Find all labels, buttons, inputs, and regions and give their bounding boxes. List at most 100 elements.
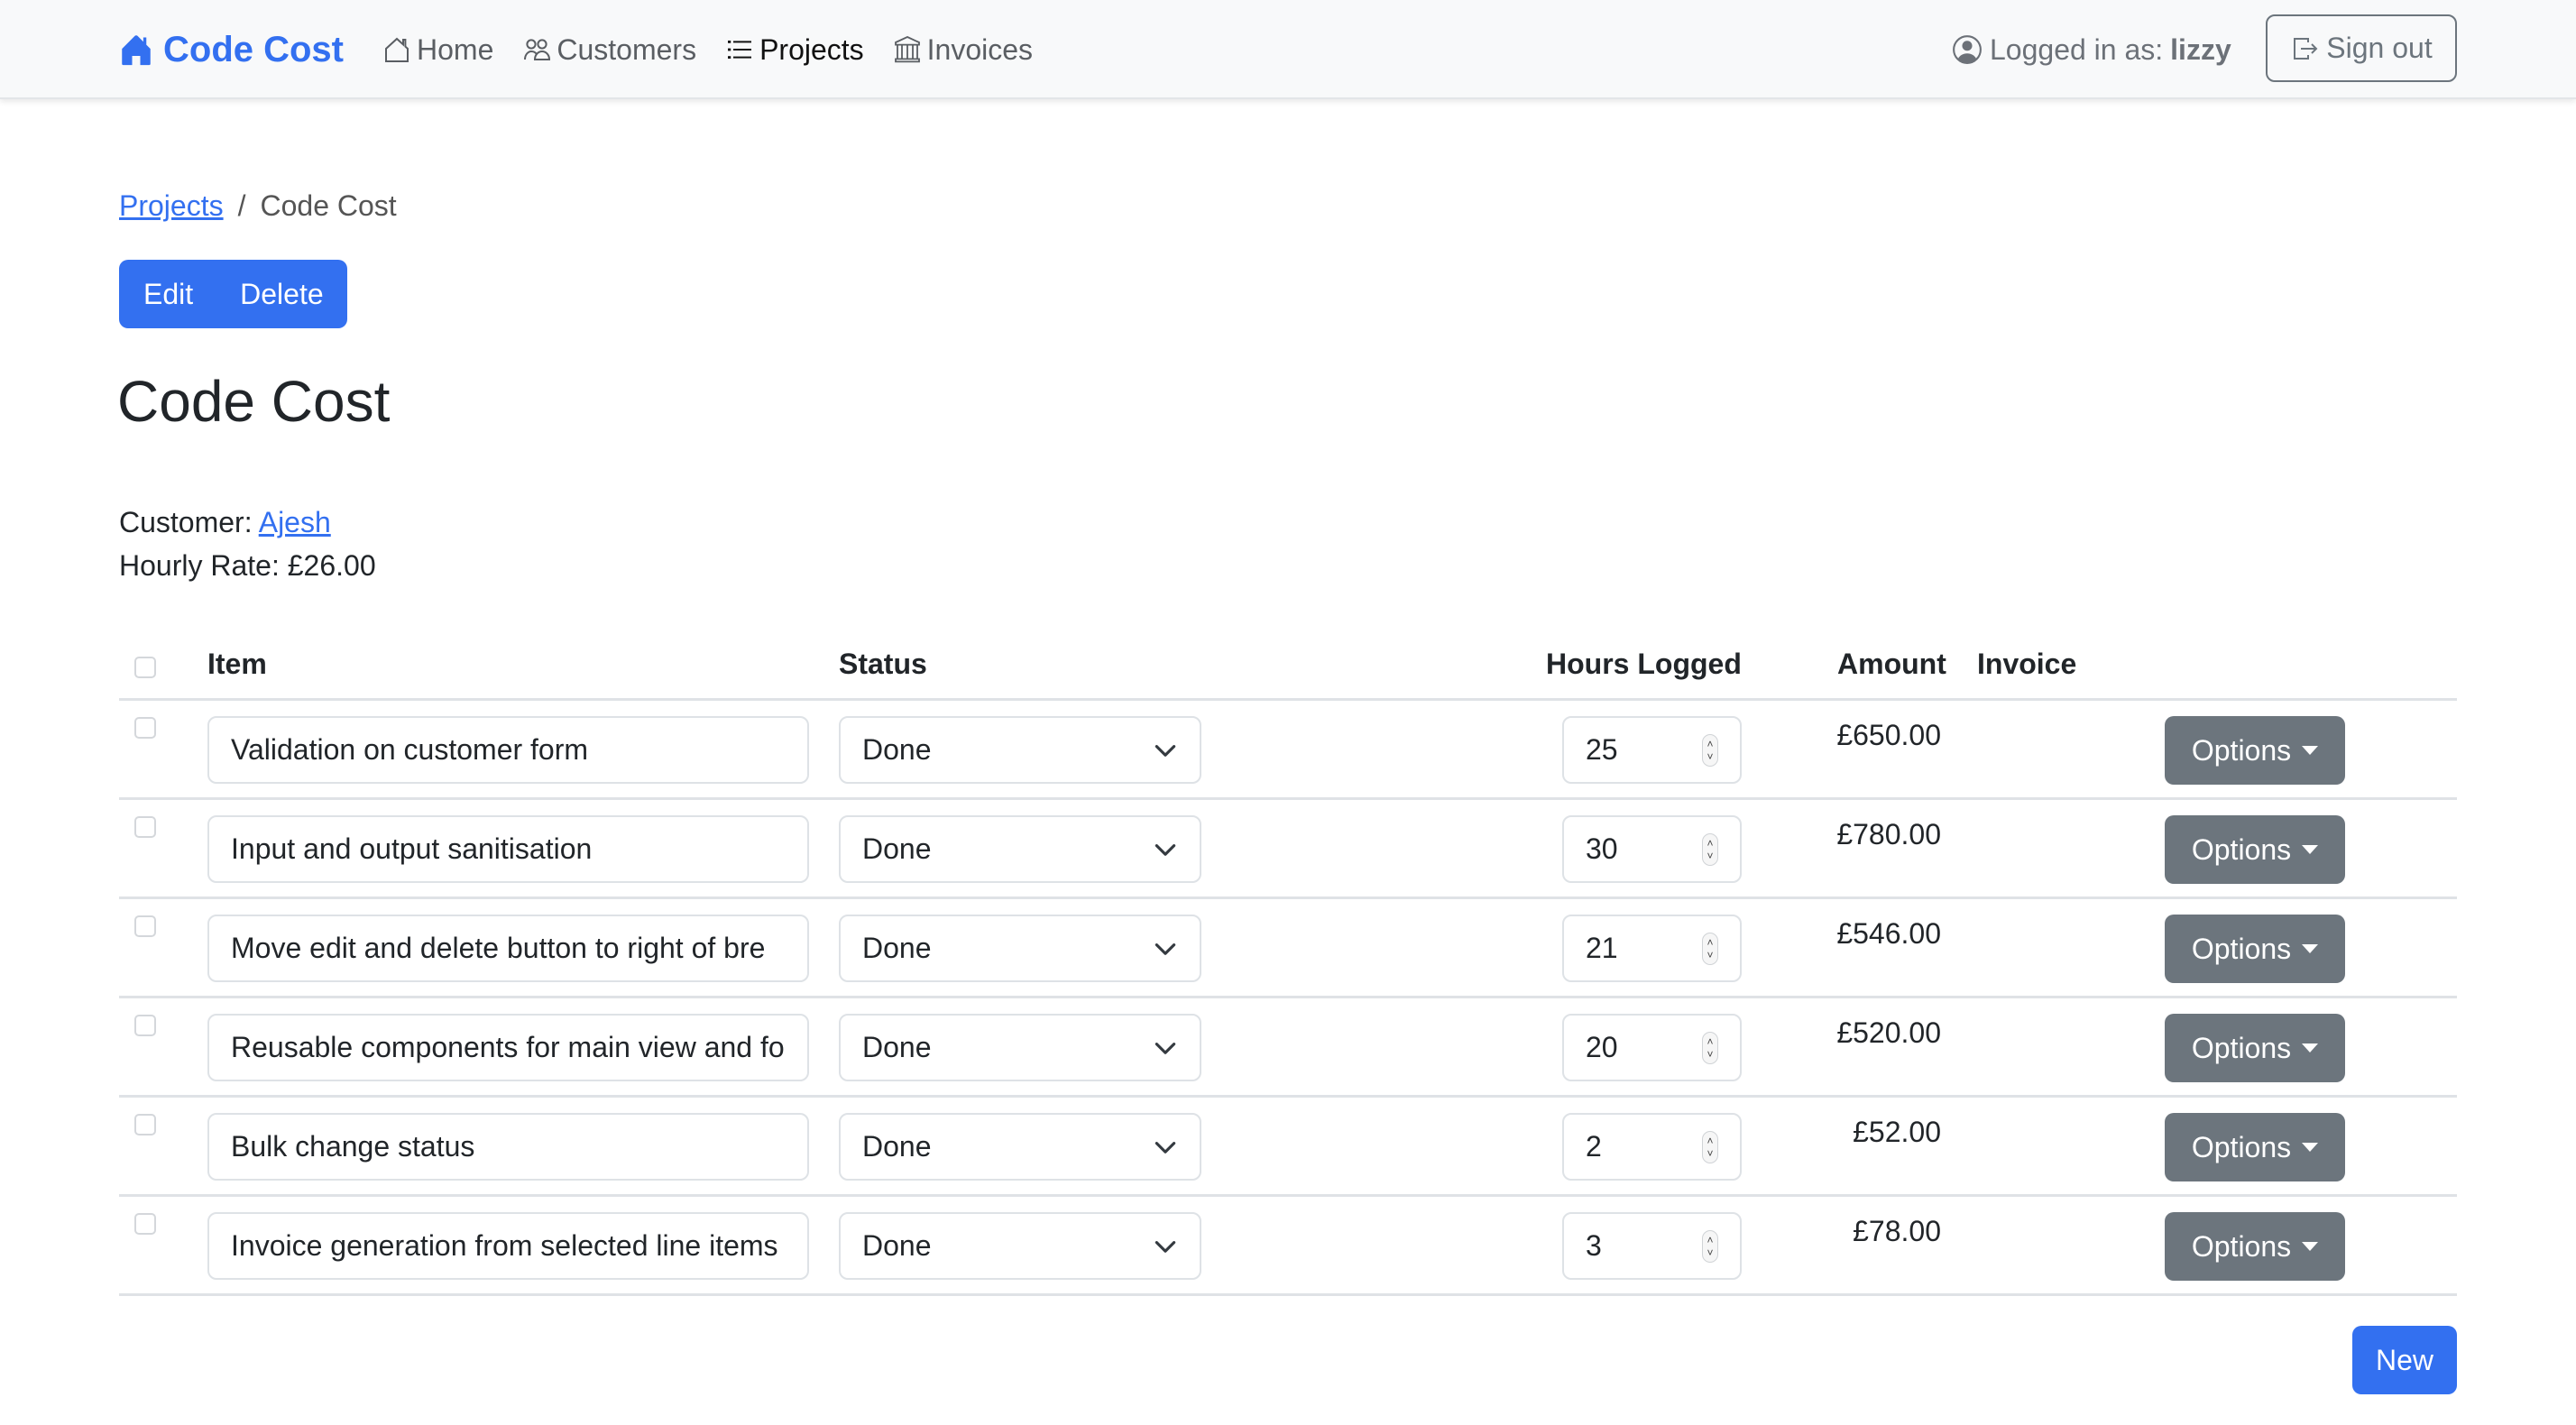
hours-input[interactable]: 3 ˄ ˅: [1562, 1212, 1742, 1280]
nav-item-customers[interactable]: Customers: [522, 33, 696, 67]
navbar: Code Cost Home Customers Projects Invoic…: [0, 0, 2576, 99]
hours-input[interactable]: 25 ˄ ˅: [1562, 716, 1742, 784]
item-name-input[interactable]: Input and output sanitisation: [207, 815, 809, 883]
table-row: Validation on customer form Done 25 ˄ ˅ £…: [119, 701, 2457, 800]
sign-out-label: Sign out: [2326, 32, 2433, 64]
header-status: Status: [839, 648, 927, 680]
stepper-up-icon[interactable]: ˄: [1707, 837, 1713, 850]
amount-value: £546.00: [1836, 917, 1941, 950]
status-select[interactable]: Done: [839, 1014, 1201, 1081]
row-checkbox[interactable]: [134, 1114, 156, 1135]
new-item-button[interactable]: New: [2352, 1326, 2457, 1394]
customer-label: Customer:: [119, 506, 253, 538]
nav-label: Projects: [759, 32, 864, 66]
hours-input[interactable]: 20 ˄ ˅: [1562, 1014, 1742, 1081]
amount-value: £52.00: [1853, 1116, 1941, 1148]
hours-stepper[interactable]: ˄ ˅: [1702, 1130, 1718, 1163]
stepper-down-icon[interactable]: ˅: [1707, 850, 1713, 862]
caret-down-icon: [2302, 845, 2319, 854]
row-checkbox[interactable]: [134, 816, 156, 838]
options-dropdown-button[interactable]: Options: [2165, 1212, 2345, 1281]
house-fill-icon: [122, 35, 151, 66]
project-actions: Edit Delete: [119, 260, 347, 328]
stepper-up-icon[interactable]: ˄: [1707, 1035, 1713, 1048]
stepper-up-icon[interactable]: ˄: [1707, 936, 1713, 949]
hourly-rate-label: Hourly Rate:: [119, 549, 280, 582]
table-body: Validation on customer form Done 25 ˄ ˅ £…: [119, 701, 2457, 1296]
hours-stepper[interactable]: ˄ ˅: [1702, 1229, 1718, 1263]
edit-button[interactable]: Edit: [119, 260, 217, 328]
item-name-input[interactable]: Bulk change status: [207, 1113, 809, 1181]
nav-item-invoices[interactable]: Invoices: [893, 33, 1033, 67]
status-select[interactable]: Done: [839, 716, 1201, 784]
page-title: Code Cost: [117, 369, 391, 434]
stepper-up-icon[interactable]: ˄: [1707, 1234, 1713, 1246]
row-checkbox[interactable]: [134, 1213, 156, 1235]
stepper-down-icon[interactable]: ˅: [1707, 1147, 1713, 1160]
stepper-down-icon[interactable]: ˅: [1707, 750, 1713, 763]
hours-stepper[interactable]: ˄ ˅: [1702, 733, 1718, 767]
status-select[interactable]: Done: [839, 1212, 1201, 1280]
status-value: Done: [862, 1031, 932, 1063]
row-checkbox[interactable]: [134, 1015, 156, 1036]
hours-input[interactable]: 30 ˄ ˅: [1562, 815, 1742, 883]
line-items-table: Item Status Hours Logged Amount Invoice …: [119, 631, 2457, 1296]
hours-value: 30: [1586, 832, 1618, 865]
breadcrumb-separator: /: [237, 189, 246, 222]
stepper-up-icon[interactable]: ˄: [1707, 1135, 1713, 1147]
status-select[interactable]: Done: [839, 1113, 1201, 1181]
options-dropdown-button[interactable]: Options: [2165, 815, 2345, 884]
hours-value: 3: [1586, 1229, 1602, 1262]
table-row: Input and output sanitisation Done 30 ˄ ˅…: [119, 800, 2457, 899]
hourly-rate-line: Hourly Rate: £26.00: [119, 544, 376, 587]
row-checkbox[interactable]: [134, 717, 156, 739]
logged-in-label: Logged in as:: [1990, 32, 2164, 66]
breadcrumb: Projects / Code Cost: [119, 189, 397, 223]
nav-label: Customers: [557, 32, 697, 66]
table-row: Move edit and delete button to right of …: [119, 899, 2457, 998]
item-name-input[interactable]: Reusable components for main view and fo: [207, 1014, 809, 1081]
delete-button[interactable]: Delete: [216, 260, 347, 328]
options-dropdown-button[interactable]: Options: [2165, 915, 2345, 983]
table-row: Reusable components for main view and fo…: [119, 998, 2457, 1098]
breadcrumb-projects-link[interactable]: Projects: [119, 189, 224, 223]
hours-input[interactable]: 21 ˄ ˅: [1562, 915, 1742, 982]
nav-label: Invoices: [926, 32, 1034, 66]
hours-input[interactable]: 2 ˄ ˅: [1562, 1113, 1742, 1181]
nav-label: Home: [417, 32, 494, 66]
brand-name: Code Cost: [163, 29, 344, 69]
brand-link[interactable]: Code Cost: [120, 25, 344, 74]
options-dropdown-button[interactable]: Options: [2165, 716, 2345, 785]
status-select[interactable]: Done: [839, 815, 1201, 883]
customer-line: Customer: Ajesh: [119, 501, 376, 544]
status-value: Done: [862, 832, 932, 865]
item-name-input[interactable]: Validation on customer form: [207, 716, 809, 784]
options-dropdown-button[interactable]: Options: [2165, 1014, 2345, 1082]
hours-stepper[interactable]: ˄ ˅: [1702, 832, 1718, 866]
stepper-up-icon[interactable]: ˄: [1707, 738, 1713, 750]
nav-item-home[interactable]: Home: [382, 33, 493, 67]
stepper-down-icon[interactable]: ˅: [1707, 1048, 1713, 1061]
options-dropdown-button[interactable]: Options: [2165, 1113, 2345, 1181]
stepper-down-icon[interactable]: ˅: [1707, 1246, 1713, 1259]
stepper-down-icon[interactable]: ˅: [1707, 949, 1713, 961]
hours-value: 20: [1586, 1031, 1618, 1063]
item-name-value: Input and output sanitisation: [231, 832, 593, 865]
hours-stepper[interactable]: ˄ ˅: [1702, 932, 1718, 965]
table-header: Item Status Hours Logged Amount Invoice: [119, 631, 2457, 701]
item-name-value: Validation on customer form: [231, 733, 589, 766]
status-select[interactable]: Done: [839, 915, 1201, 982]
customer-link[interactable]: Ajesh: [259, 506, 331, 538]
nav-item-projects[interactable]: Projects: [725, 33, 864, 67]
list-icon: [728, 41, 752, 59]
row-checkbox[interactable]: [134, 915, 156, 937]
item-name-input[interactable]: Move edit and delete button to right of …: [207, 915, 809, 982]
logged-in-status: Logged in as: lizzy: [1952, 25, 2231, 74]
hours-stepper[interactable]: ˄ ˅: [1702, 1031, 1718, 1064]
sign-out-button[interactable]: Sign out: [2266, 14, 2457, 82]
select-all-checkbox[interactable]: [134, 657, 156, 678]
username: lizzy: [2170, 32, 2231, 66]
item-name-input[interactable]: Invoice generation from selected line it…: [207, 1212, 809, 1280]
table-row: Invoice generation from selected line it…: [119, 1197, 2457, 1296]
amount-value: £520.00: [1836, 1016, 1941, 1049]
